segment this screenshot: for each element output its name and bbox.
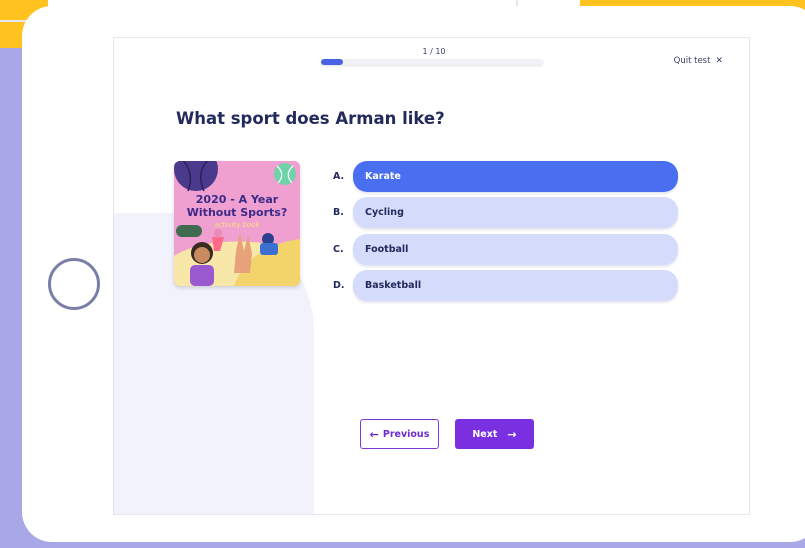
decorative-line bbox=[0, 20, 28, 22]
next-button[interactable]: Next → bbox=[455, 419, 534, 449]
answer-letter: A. bbox=[333, 170, 345, 182]
close-icon: ✕ bbox=[715, 56, 723, 66]
quit-test-button[interactable]: Quit test ✕ bbox=[674, 56, 723, 66]
answer-letter: C. bbox=[333, 243, 344, 255]
image-title-line-1: 2020 - A Year bbox=[196, 193, 279, 206]
next-label: Next bbox=[472, 428, 498, 440]
answer-button-basketball[interactable]: Basketball bbox=[353, 270, 678, 301]
answer-button-football[interactable]: Football bbox=[353, 233, 678, 265]
answer-option-c: C. Football bbox=[333, 233, 678, 265]
arrow-right-icon: → bbox=[507, 427, 517, 441]
answer-list: A. Karate B. Cycling C. Football D. Bask… bbox=[333, 160, 678, 306]
image-title-line-2: Without Sports? bbox=[187, 206, 287, 219]
question-image: 2020 - A Year Without Sports? activity b… bbox=[174, 161, 300, 286]
previous-label: Previous bbox=[382, 428, 430, 440]
progress-counter: 1 / 10 bbox=[422, 47, 446, 56]
question-text: What sport does Arman like? bbox=[176, 109, 445, 128]
image-subtitle: activity book bbox=[214, 221, 260, 229]
answer-button-cycling[interactable]: Cycling bbox=[353, 197, 678, 228]
quit-test-label: Quit test bbox=[673, 56, 711, 66]
previous-button[interactable]: ← Previous bbox=[360, 419, 439, 449]
answer-button-karate[interactable]: Karate bbox=[353, 160, 678, 192]
progress-bar bbox=[321, 59, 543, 65]
answer-option-b: B. Cycling bbox=[333, 197, 678, 229]
answer-letter: D. bbox=[333, 280, 345, 291]
progress-bar-fill bbox=[321, 59, 344, 65]
answer-letter: B. bbox=[333, 207, 344, 218]
answer-option-a: A. Karate bbox=[333, 160, 678, 192]
quiz-card: 1 / 10 Quit test ✕ What sport does Arman… bbox=[113, 37, 750, 515]
arrow-left-icon: ← bbox=[369, 427, 379, 441]
answer-option-d: D. Basketball bbox=[333, 270, 678, 302]
tablet-home-button bbox=[48, 258, 100, 310]
